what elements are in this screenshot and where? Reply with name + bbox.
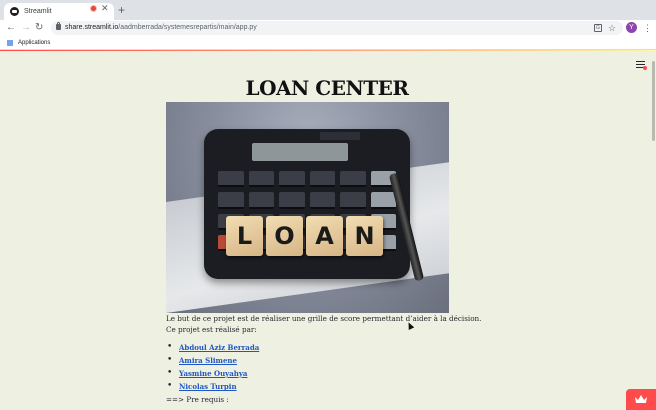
browser-tab[interactable]: Streamlit <box>4 3 114 20</box>
reload-button[interactable]: ↻ <box>35 21 43 35</box>
description-text: Le but de ce projet est de réaliser une … <box>166 314 482 323</box>
browser-toolbar: ← → ↻ share.streamlit.io/aadmberrada/sys… <box>0 20 656 36</box>
team-list: Abdoul Aziz Berrada Amira Slimene Yasmin… <box>166 342 259 394</box>
streamlit-favicon-icon <box>10 7 19 16</box>
url-text: share.streamlit.io/aadmberrada/systemesr… <box>65 23 257 33</box>
prerequisites-text: ==> Pre requis : <box>166 395 229 404</box>
new-tab-button[interactable]: + <box>118 2 125 18</box>
list-item: Abdoul Aziz Berrada <box>166 342 259 355</box>
list-item: Nicolas Turpin <box>166 381 259 394</box>
list-item: Yasmine Ouyahya <box>166 368 259 381</box>
team-member-link[interactable]: Amira Slimene <box>179 356 237 365</box>
url-path: /aadmberrada/systemesrepartis/main/app.p… <box>118 24 257 31</box>
bookmark-applications[interactable]: Applications <box>18 38 50 48</box>
url-host: share.streamlit.io <box>65 24 119 31</box>
loan-letter-tile: L <box>226 216 263 256</box>
address-bar[interactable]: share.streamlit.io/aadmberrada/systemesr… <box>51 21 623 35</box>
app-menu-icon[interactable] <box>636 61 647 70</box>
apps-grid-icon[interactable] <box>7 40 13 46</box>
bookmarks-bar: Applications <box>0 36 656 50</box>
team-member-link[interactable]: Nicolas Turpin <box>179 382 237 391</box>
profile-avatar[interactable]: Y <box>626 22 637 33</box>
back-button[interactable]: ← <box>6 21 16 35</box>
loan-calculator-image: LOAN <box>166 102 449 313</box>
tab-title: Streamlit <box>24 8 52 15</box>
list-item: Amira Slimene <box>166 355 259 368</box>
translate-icon[interactable]: G <box>594 24 602 32</box>
team-member-link[interactable]: Yasmine Ouyahya <box>179 369 247 378</box>
forward-button[interactable]: → <box>21 21 31 35</box>
loan-letter-tile: A <box>306 216 343 256</box>
loan-letter-tile: O <box>266 216 303 256</box>
bookmark-star-icon[interactable]: ☆ <box>608 22 616 34</box>
app-page: LOAN CENTER LOAN Le but de ce projet est… <box>0 51 656 410</box>
crown-icon <box>635 395 647 403</box>
browser-tab-bar: Streamlit ✕ + <box>0 0 656 20</box>
close-tab-icon[interactable]: ✕ <box>101 2 109 14</box>
lock-icon <box>56 22 61 30</box>
team-intro: Ce projet est réalisé par: <box>166 325 257 334</box>
streamlit-badge[interactable] <box>626 389 656 410</box>
loan-letter-tile: N <box>346 216 383 256</box>
recording-icon <box>90 5 97 12</box>
browser-menu-icon[interactable]: ⋮ <box>643 22 652 34</box>
project-description: Le but de ce projet est de réaliser une … <box>166 313 481 335</box>
team-member-link[interactable]: Abdoul Aziz Berrada <box>179 343 259 352</box>
scrollbar[interactable] <box>652 61 655 141</box>
page-title: LOAN CENTER <box>245 76 409 100</box>
